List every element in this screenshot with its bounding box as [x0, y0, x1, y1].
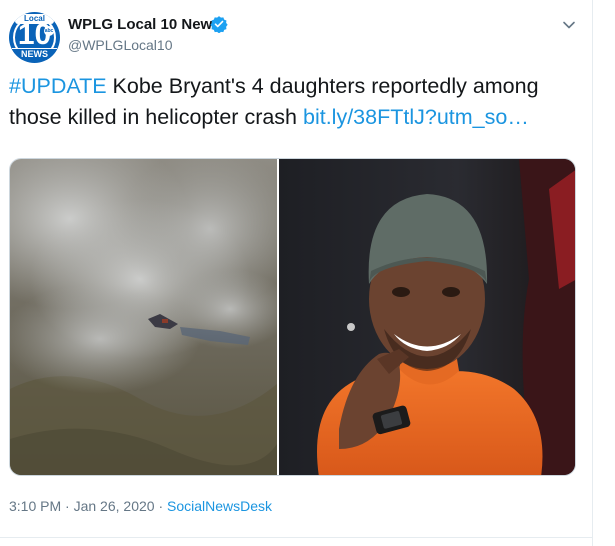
hashtag-link[interactable]: #UPDATE [9, 74, 107, 98]
tweet-source-link[interactable]: SocialNewsDesk [167, 498, 272, 514]
chevron-down-icon[interactable] [561, 17, 577, 33]
kobe-bryant-photo[interactable] [279, 159, 576, 476]
tweet-media[interactable] [9, 158, 576, 476]
avatar-logo-news: NEWS [12, 48, 57, 60]
display-name[interactable]: WPLG Local 10 News [68, 16, 221, 33]
tweet-date[interactable]: Jan 26, 2020 [74, 498, 155, 514]
tweet-text: #UPDATE Kobe Bryant's 4 daughters report… [9, 71, 587, 133]
divider [0, 537, 593, 538]
meta-separator: · [154, 498, 168, 514]
tweet-url-link[interactable]: bit.ly/38FTtlJ?utm_so… [303, 105, 529, 129]
avatar-logo-local: Local [15, 14, 54, 24]
verified-badge-icon [210, 16, 228, 33]
tweet-card: 10 Local abc NEWS WPLG Local 10 News @WP… [0, 0, 593, 546]
avatar[interactable]: 10 Local abc NEWS [9, 12, 60, 63]
tweet-time[interactable]: 3:10 PM [9, 498, 61, 514]
avatar-logo-number: 10 [17, 18, 52, 51]
tweet-meta: 3:10 PM · Jan 26, 2020 · SocialNewsDesk [9, 498, 272, 514]
meta-separator: · [61, 498, 74, 514]
avatar-logo-abc: abc [44, 26, 54, 36]
helicopter-crash-smoke-photo[interactable] [10, 159, 277, 476]
account-handle[interactable]: @WPLGLocal10 [68, 37, 172, 53]
